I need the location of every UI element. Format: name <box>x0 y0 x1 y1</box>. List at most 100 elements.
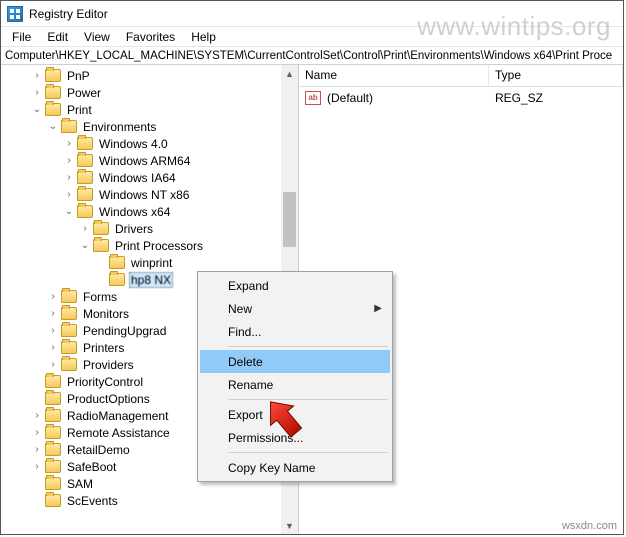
tree-item[interactable]: › Windows NT x86 <box>1 186 281 203</box>
folder-icon <box>77 188 93 201</box>
tree-item-label: Windows 4.0 <box>97 136 170 152</box>
chevron-right-icon[interactable]: › <box>31 442 43 458</box>
tree-item-label: Drivers <box>113 221 155 237</box>
chevron-right-icon[interactable]: › <box>47 289 59 305</box>
column-type[interactable]: Type <box>489 65 623 86</box>
tree-item[interactable]: › Windows 4.0 <box>1 135 281 152</box>
folder-icon <box>77 137 93 150</box>
list-item[interactable]: ab (Default) REG_SZ <box>299 89 623 106</box>
chevron-down-icon[interactable]: ⌄ <box>31 102 43 118</box>
tree-item-label: Print Processors <box>113 238 205 254</box>
tree-item[interactable]: ⌄ Environments <box>1 118 281 135</box>
ctx-separator <box>228 346 388 347</box>
tree-item-label: winprint <box>129 255 174 271</box>
list-header[interactable]: Name Type <box>299 65 623 87</box>
folder-icon <box>61 324 77 337</box>
chevron-right-icon[interactable]: › <box>31 68 43 84</box>
tree-item-label: Printers <box>81 340 126 356</box>
tree-item[interactable]: ⌄ Print Processors <box>1 237 281 254</box>
ctx-separator <box>228 399 388 400</box>
folder-icon <box>61 341 77 354</box>
menu-favorites[interactable]: Favorites <box>119 29 182 45</box>
tree-item-label: SafeBoot <box>65 459 118 475</box>
ctx-delete[interactable]: Delete <box>200 350 390 373</box>
tree-item[interactable]: ›ScEvents <box>1 492 281 509</box>
tree-item-label: ProductOptions <box>65 391 152 407</box>
tree-item[interactable]: ⌄Windows x64 <box>1 203 281 220</box>
folder-icon <box>45 409 61 422</box>
menu-edit[interactable]: Edit <box>40 29 75 45</box>
folder-icon <box>45 375 61 388</box>
submenu-arrow-icon: ▶ <box>374 303 382 314</box>
value-name: (Default) <box>327 91 495 105</box>
ctx-separator <box>228 452 388 453</box>
chevron-right-icon[interactable]: › <box>31 425 43 441</box>
footer-watermark: wsxdn.com <box>562 520 617 532</box>
tree-item[interactable]: ›Windows IA64 <box>1 169 281 186</box>
folder-icon <box>77 154 93 167</box>
tree-item[interactable]: › PnP <box>1 67 281 84</box>
ctx-find[interactable]: Find... <box>200 320 390 343</box>
chevron-right-icon[interactable]: › <box>63 153 75 169</box>
tree-item-label: Monitors <box>81 306 131 322</box>
chevron-right-icon[interactable]: › <box>47 357 59 373</box>
tree-item-label: Providers <box>81 357 136 373</box>
folder-icon <box>45 426 61 439</box>
folder-icon <box>45 103 61 116</box>
tree-item[interactable]: ›Power <box>1 84 281 101</box>
ctx-expand[interactable]: Expand <box>200 274 390 297</box>
menu-help[interactable]: Help <box>184 29 223 45</box>
folder-icon <box>93 239 109 252</box>
chevron-down-icon[interactable]: ⌄ <box>63 204 75 220</box>
tree-item-label: Remote Assistance <box>65 425 172 441</box>
ctx-copy-key-name[interactable]: Copy Key Name <box>200 456 390 479</box>
tree-item-label: ScEvents <box>65 493 120 509</box>
tree-item-label: Windows NT x86 <box>97 187 191 203</box>
chevron-right-icon[interactable]: › <box>47 340 59 356</box>
tree-item-label: PnP <box>65 68 92 84</box>
tree-item-label: Environments <box>81 119 158 135</box>
menu-file[interactable]: File <box>5 29 38 45</box>
ctx-rename[interactable]: Rename <box>200 373 390 396</box>
chevron-right-icon[interactable]: › <box>31 85 43 101</box>
folder-icon <box>45 392 61 405</box>
chevron-right-icon[interactable]: › <box>63 170 75 186</box>
tree-item[interactable]: › Windows ARM64 <box>1 152 281 169</box>
folder-icon <box>45 86 61 99</box>
chevron-right-icon[interactable]: › <box>63 187 75 203</box>
chevron-right-icon[interactable]: › <box>79 221 91 237</box>
chevron-down-icon[interactable]: ⌄ <box>79 238 91 254</box>
folder-icon <box>109 256 125 269</box>
window-title: Registry Editor <box>29 7 108 21</box>
chevron-right-icon[interactable]: › <box>63 136 75 152</box>
folder-icon <box>61 290 77 303</box>
tree-item[interactable]: ⌄Print <box>1 101 281 118</box>
tree-item-label: hp8 NX <box>129 272 173 288</box>
tree-item-label: PendingUpgrad <box>81 323 168 339</box>
folder-icon <box>45 494 61 507</box>
tree-item-label: SAM <box>65 476 95 492</box>
scroll-thumb[interactable] <box>283 192 296 247</box>
tree-item-label: Forms <box>81 289 119 305</box>
address-bar[interactable]: Computer\HKEY_LOCAL_MACHINE\SYSTEM\Curre… <box>1 47 623 65</box>
menu-view[interactable]: View <box>77 29 117 45</box>
chevron-right-icon[interactable]: › <box>47 306 59 322</box>
tree-item-label: PriorityControl <box>65 374 145 390</box>
string-value-icon: ab <box>305 91 321 105</box>
tree-item[interactable]: › Drivers <box>1 220 281 237</box>
ctx-new[interactable]: New ▶ <box>200 297 390 320</box>
chevron-down-icon[interactable]: ⌄ <box>47 119 59 135</box>
folder-icon <box>77 205 93 218</box>
scroll-down-icon[interactable]: ▼ <box>281 517 298 534</box>
scroll-up-icon[interactable]: ▲ <box>281 65 298 82</box>
tree-item[interactable]: ›winprint <box>1 254 281 271</box>
folder-icon <box>109 273 125 286</box>
tree-item-label: Windows ARM64 <box>97 153 192 169</box>
folder-icon <box>93 222 109 235</box>
column-name[interactable]: Name <box>299 65 489 86</box>
chevron-right-icon[interactable]: › <box>31 459 43 475</box>
folder-icon <box>45 460 61 473</box>
chevron-right-icon[interactable]: › <box>31 408 43 424</box>
folder-icon <box>61 358 77 371</box>
chevron-right-icon[interactable]: › <box>47 323 59 339</box>
